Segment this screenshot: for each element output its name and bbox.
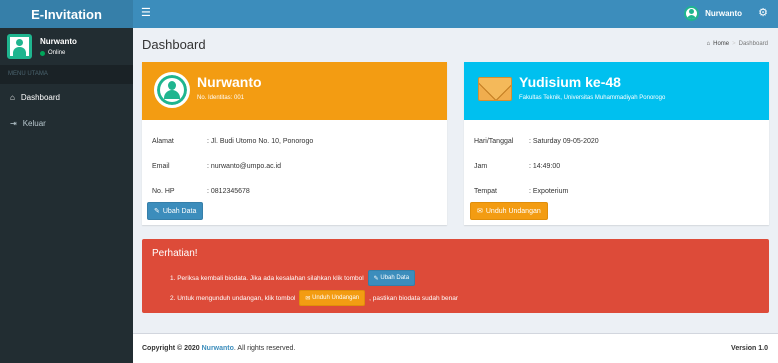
sidebar-item-keluar[interactable]: ⇥ Keluar [0, 110, 133, 136]
row-value: : Jl. Budi Utomo No. 10, Ponorogo [207, 138, 314, 145]
copyright-text: Copyright © 2020 [142, 345, 200, 352]
avatar [7, 34, 32, 59]
user-avatar-icon [154, 72, 190, 108]
button-label: Ubah Data [380, 275, 410, 281]
online-dot-icon [40, 50, 45, 56]
alert-item-suffix: , pastikan biodata sudah benar [369, 294, 459, 302]
row-value: : Expoterium [529, 188, 569, 195]
attention-alert: Perhatian! 1. Periksa kembali biodata. J… [142, 239, 769, 313]
breadcrumb-current: Dashboard [738, 41, 768, 47]
row-value: : 14:49:00 [529, 163, 561, 170]
event-title: Yudisium ke-48 [519, 74, 621, 90]
navbar-user-name: Nurwanto [705, 9, 742, 18]
gear-icon[interactable]: ⚙ [758, 6, 768, 19]
sidebar-item-label: Keluar [22, 118, 46, 128]
breadcrumb-separator: > [732, 41, 736, 47]
profile-row-hp: No. HP : 0812345678 [152, 179, 437, 204]
event-subtitle: Fakultas Teknik, Universitas Muhammadiya… [519, 95, 666, 101]
sidebar-item-label: Dashboard [20, 92, 60, 102]
alert-item-text: 1. Periksa kembali biodata. Jika ada kes… [170, 274, 364, 282]
row-key: Hari/Tanggal [474, 138, 514, 145]
alert-edit-data-button[interactable]: ✎ Ubah Data [367, 270, 416, 286]
breadcrumb-home-link[interactable]: Home [713, 41, 729, 47]
home-icon: ⌂ [10, 92, 15, 102]
event-card: Yudisium ke-48 Fakultas Teknik, Universi… [464, 62, 769, 225]
navbar-user-menu[interactable]: Nurwanto [684, 6, 742, 21]
profile-name: Nurwanto [197, 74, 262, 90]
sidebar: Nurwanto Online MENU UTAMA ⌂ Dashboard ⇥… [0, 28, 133, 363]
avatar [684, 6, 700, 21]
row-value: : Saturday 09-05-2020 [529, 138, 599, 145]
sidebar-user-panel: Nurwanto Online [0, 28, 133, 65]
sidebar-item-dashboard[interactable]: ⌂ Dashboard [0, 84, 133, 110]
button-label: Unduh Undangan [485, 207, 541, 215]
row-key: Jam [474, 163, 488, 170]
event-card-header: Yudisium ke-48 Fakultas Teknik, Universi… [464, 62, 769, 120]
status-text: Online [48, 50, 66, 56]
sidebar-section-header: MENU UTAMA [0, 65, 133, 84]
envelope-icon [478, 77, 512, 101]
footer: Copyright © 2020 Nurwanto. All rights re… [133, 333, 778, 363]
profile-identity: No. Identitas: 001 [197, 95, 245, 101]
profile-row-alamat: Alamat : Jl. Budi Utomo No. 10, Ponorogo [152, 129, 437, 154]
rights-text: . All rights reserved. [233, 345, 296, 352]
footer-copyright: Copyright © 2020 Nurwanto. All rights re… [142, 345, 295, 352]
profile-card: Nurwanto No. Identitas: 001 Alamat : Jl.… [142, 62, 447, 225]
alert-item: 1. Periksa kembali biodata. Jika ada kes… [170, 268, 458, 288]
event-row-time: Jam : 14:49:00 [474, 154, 759, 179]
edit-icon: ✎ [373, 275, 381, 282]
version-text: Version 1.0 [731, 345, 768, 352]
button-label: Ubah Data [162, 207, 197, 215]
page-title: Dashboard [142, 37, 206, 52]
alert-item-text: 2. Untuk mengunduh undangan, klik tombol [170, 294, 296, 302]
status-badge: Online [40, 50, 77, 56]
button-label: Unduh Undangan [312, 295, 360, 301]
event-row-date: Hari/Tanggal : Saturday 09-05-2020 [474, 129, 759, 154]
footer-author-link[interactable]: Nurwanto [202, 345, 234, 352]
envelope-icon: ✉ [305, 295, 313, 302]
sign-out-icon: ⇥ [10, 118, 17, 128]
row-key: Alamat [152, 138, 174, 145]
profile-row-email: Email : nurwanto@umpo.ac.id [152, 154, 437, 179]
download-invitation-button[interactable]: ✉ Unduh Undangan [470, 202, 548, 220]
event-row-place: Tempat : Expoterium [474, 179, 759, 204]
edit-data-button[interactable]: ✎ Ubah Data [147, 202, 204, 220]
app-logo[interactable]: E-Invitation [0, 0, 133, 28]
row-key: No. HP [152, 188, 175, 195]
breadcrumb: ⌂ Home > Dashboard [706, 41, 768, 47]
sidebar-user-name: Nurwanto [40, 37, 77, 46]
alert-item: 2. Untuk mengunduh undangan, klik tombol… [170, 288, 458, 308]
alert-title: Perhatian! [152, 248, 198, 259]
edit-icon: ✎ [154, 208, 160, 215]
alert-download-button[interactable]: ✉ Unduh Undangan [299, 290, 366, 306]
home-icon: ⌂ [706, 41, 711, 47]
row-key: Email [152, 163, 170, 170]
profile-card-header: Nurwanto No. Identitas: 001 [142, 62, 447, 120]
row-key: Tempat [474, 188, 497, 195]
envelope-icon: ✉ [477, 208, 483, 215]
footer-version: Version 1.0 [731, 345, 768, 352]
top-navbar: ☰ Nurwanto ⚙ [133, 0, 778, 28]
menu-toggle-icon[interactable]: ☰ [141, 8, 151, 19]
row-value: : 0812345678 [207, 188, 250, 195]
row-value: : nurwanto@umpo.ac.id [207, 163, 282, 170]
